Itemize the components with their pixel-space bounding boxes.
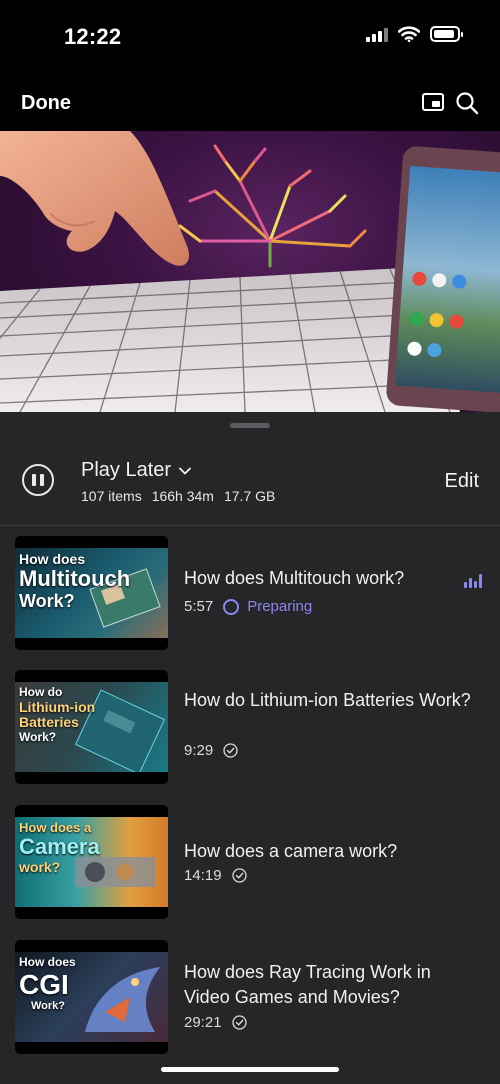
thumb-line: How does: [19, 551, 86, 567]
divider: [0, 525, 500, 526]
thumb-line: Lithium-ion: [19, 699, 96, 715]
chevron-down-icon: [179, 467, 191, 474]
status-icons: [366, 26, 463, 42]
video-title: How does Multitouch work?: [184, 568, 405, 588]
wifi-icon: [398, 26, 420, 42]
items-count: 107 items: [81, 488, 142, 504]
thumb-line: Work?: [31, 1000, 66, 1012]
check-circle-icon: [231, 1015, 247, 1030]
playlist-title-label: Play Later: [81, 459, 172, 481]
pause-icon[interactable]: [22, 464, 54, 496]
playlist-meta: 107 items 166h 34m 17.7 GB: [81, 488, 275, 504]
battery-icon: [430, 26, 463, 42]
check-circle-icon: [231, 868, 247, 883]
signal-icon: [366, 26, 388, 42]
video-duration: 14:19: [184, 867, 222, 884]
video-player[interactable]: [0, 131, 500, 412]
video-title: How does Ray Tracing Work in Video Games…: [184, 962, 431, 1007]
done-button[interactable]: Done: [21, 92, 71, 115]
total-duration: 166h 34m: [151, 488, 214, 504]
list-item[interactable]: How does CGI Work? How does Ray Tracing …: [0, 940, 500, 1056]
video-thumbnail: How does Multitouch Work?: [15, 536, 168, 650]
thumb-line: How does: [19, 955, 76, 969]
thumb-line: Work?: [19, 730, 57, 744]
video-meta: 9:29: [184, 742, 238, 759]
thumb-line: Work?: [19, 591, 75, 611]
video-duration: 5:57: [184, 598, 214, 615]
status-bar: 12:22: [0, 0, 500, 75]
thumb-line: Multitouch: [19, 566, 131, 591]
thumb-line: How does a: [19, 820, 92, 835]
check-circle-icon: [223, 743, 238, 758]
thumb-line: Camera: [19, 834, 100, 859]
video-meta: 5:57 Preparing: [184, 598, 312, 615]
video-duration: 29:21: [184, 1014, 222, 1031]
edit-button[interactable]: Edit: [445, 470, 479, 493]
list-item[interactable]: How does a Camera work? How does a camer…: [0, 805, 500, 921]
list-item[interactable]: How does Multitouch Work? How does Multi…: [0, 536, 500, 652]
total-size: 17.7 GB: [223, 488, 276, 504]
video-frame: [0, 131, 500, 412]
video-title: How does a camera work?: [184, 841, 398, 861]
thumb-line: CGI: [19, 969, 69, 1000]
playlist-title[interactable]: Play Later: [81, 459, 191, 482]
status-label: Preparing: [247, 598, 313, 615]
thumb-line: work?: [19, 859, 61, 875]
video-title: How do Lithium-ion Batteries Work?: [184, 690, 471, 710]
progress-ring-icon: [223, 598, 240, 615]
video-thumbnail: How does CGI Work?: [15, 940, 168, 1054]
sheet-grabber[interactable]: [230, 423, 270, 428]
thumb-line: Batteries: [19, 714, 79, 730]
thumb-line: How do: [19, 685, 63, 699]
now-playing-icon: [464, 574, 482, 588]
search-icon[interactable]: [455, 91, 479, 115]
video-thumbnail: How do Lithium-ion Batteries Work?: [15, 670, 168, 784]
home-indicator[interactable]: [161, 1067, 339, 1072]
video-duration: 9:29: [184, 742, 214, 759]
video-thumbnail: How does a Camera work?: [15, 805, 168, 919]
picture-in-picture-icon[interactable]: [422, 93, 444, 111]
playlist-sheet: Play Later 107 items 166h 34m 17.7 GB Ed…: [0, 412, 500, 1084]
status-preparing: Preparing: [223, 598, 312, 615]
video-meta: 29:21: [184, 1014, 247, 1031]
status-time: 12:22: [64, 24, 122, 49]
list-item[interactable]: How do Lithium-ion Batteries Work? How d…: [0, 670, 500, 786]
video-meta: 14:19: [184, 867, 247, 884]
top-bar: Done: [0, 75, 500, 131]
